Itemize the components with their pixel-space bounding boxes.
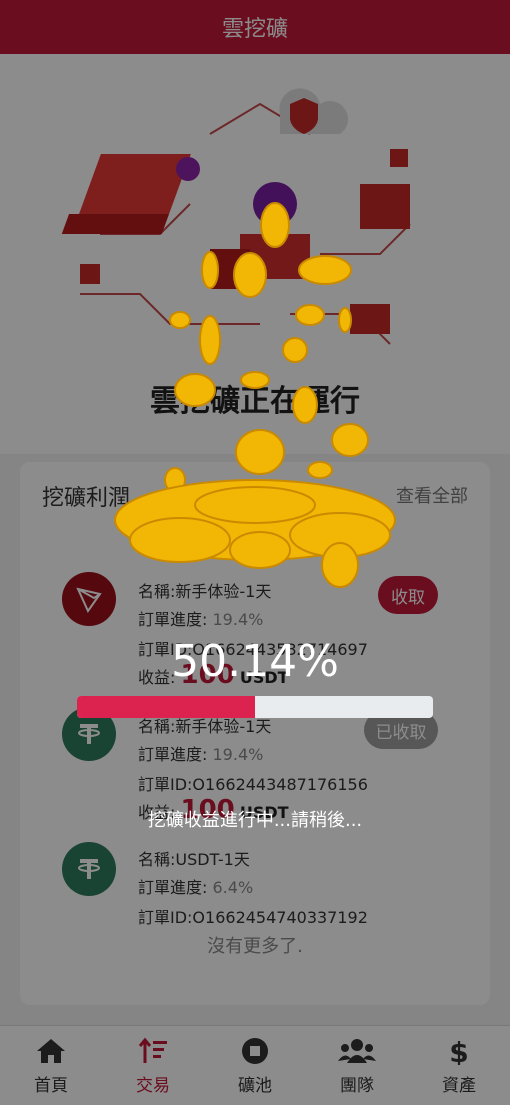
progress-fill xyxy=(77,696,256,718)
mining-overlay: 50.14% 挖礦收益進行中...請稍後... xyxy=(0,0,510,1105)
gold-coins-illustration xyxy=(114,202,396,588)
progress-percent: 50.14% xyxy=(171,636,339,687)
mining-message: 挖礦收益進行中...請稍後... xyxy=(147,810,363,831)
mining-progress-bar xyxy=(77,696,433,718)
